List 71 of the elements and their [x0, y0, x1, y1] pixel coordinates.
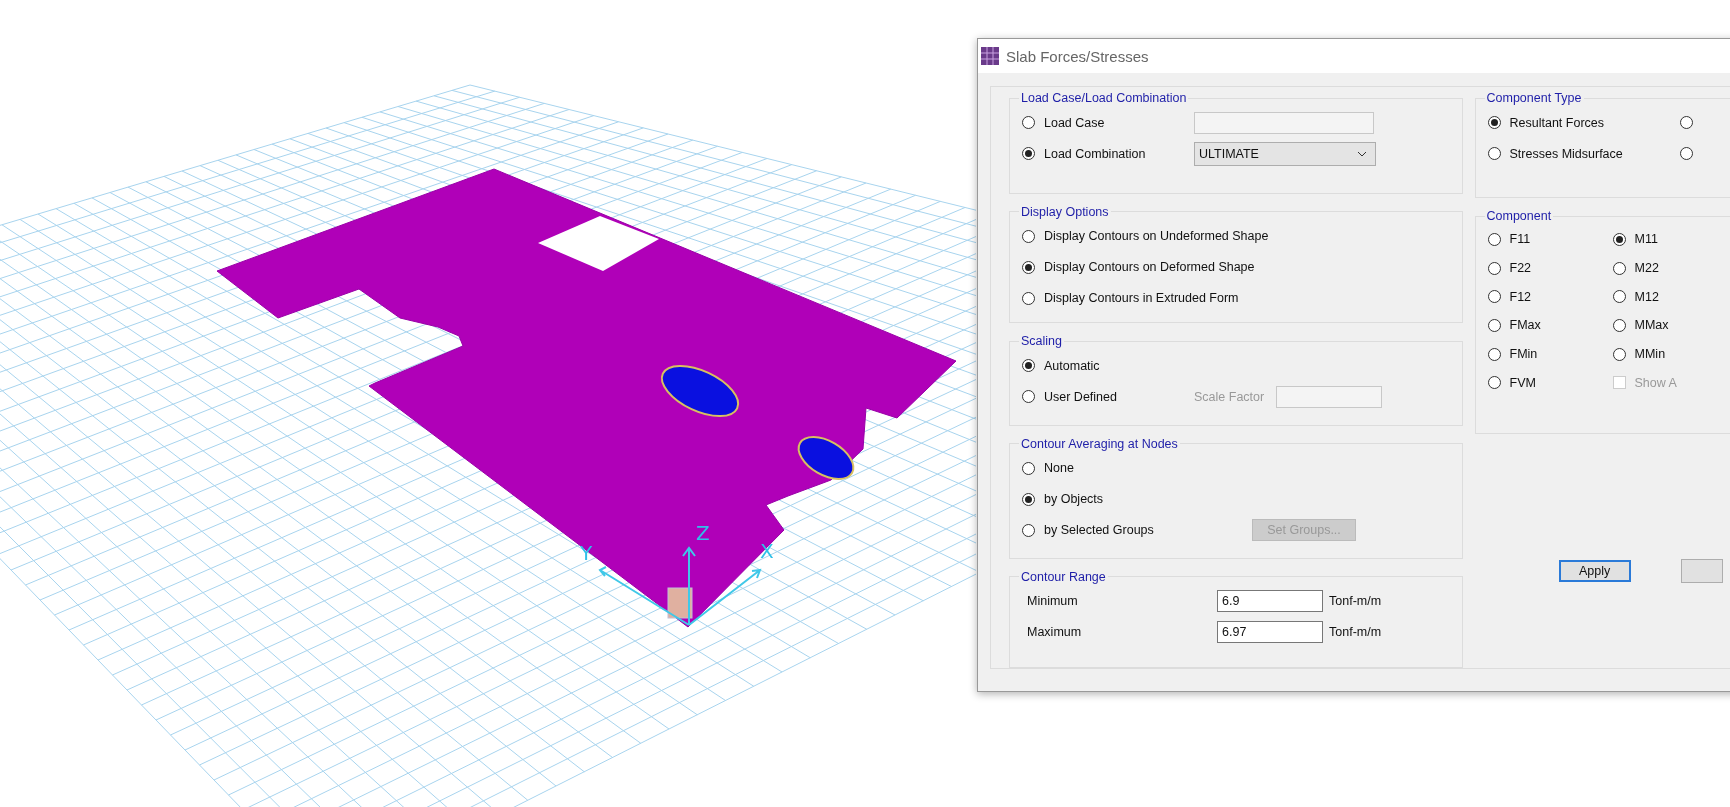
option-label[interactable]: Display Contours on Deformed Shape — [1044, 260, 1255, 275]
axis-label: Y — [580, 541, 593, 565]
radio-button[interactable] — [1679, 116, 1693, 129]
option-label[interactable]: Display Contours in Extruded Form — [1044, 291, 1239, 306]
radio-button[interactable] — [1487, 147, 1501, 160]
group-title: Scaling — [1020, 334, 1063, 349]
radio-button[interactable] — [1022, 492, 1035, 506]
field-label: Scale Factor — [1194, 389, 1266, 404]
load-combination-dropdown[interactable]: ULTIMATE — [1194, 141, 1376, 166]
radio-button[interactable] — [1487, 232, 1501, 246]
radio-button[interactable] — [1022, 147, 1035, 160]
group-title: Contour Averaging at Nodes — [1020, 436, 1179, 451]
axis-label: X — [760, 539, 774, 563]
caret-icon — [1357, 150, 1367, 157]
radio-button[interactable] — [1487, 347, 1501, 361]
app-icon — [981, 47, 999, 65]
radio-button[interactable] — [1022, 260, 1035, 274]
option-label[interactable]: FMin — [1509, 347, 1538, 362]
unit-label: Tonf-m/m — [1329, 594, 1382, 609]
radio-button[interactable] — [1022, 291, 1035, 305]
radio-button[interactable] — [1612, 347, 1626, 361]
radio-button[interactable] — [1022, 390, 1035, 404]
input-field[interactable]: 6.97 — [1217, 621, 1323, 644]
axes-icon — [598, 546, 762, 626]
option-label[interactable]: F22 — [1509, 261, 1532, 276]
group-title: Contour Range — [1020, 569, 1107, 584]
radio-button[interactable] — [1022, 523, 1035, 537]
window-title: Slab Forces/Stresses — [1006, 47, 1149, 65]
input-field[interactable]: 6.9 — [1217, 590, 1323, 613]
radio-button[interactable] — [1612, 261, 1626, 275]
radio-button[interactable] — [1487, 376, 1501, 390]
option-label[interactable]: MMin — [1634, 347, 1666, 362]
option-label[interactable]: FVM — [1509, 375, 1536, 390]
option-label[interactable]: Stresses Midsurface — [1509, 146, 1623, 161]
radio-button[interactable] — [1487, 116, 1501, 129]
group-title: Component Type — [1485, 91, 1583, 105]
radio-button[interactable] — [1022, 359, 1035, 373]
option-label[interactable]: M22 — [1634, 261, 1659, 276]
group-title: Load Case/Load Combination — [1020, 91, 1188, 105]
option-label[interactable]: F11 — [1509, 232, 1531, 247]
option-label[interactable]: by Objects — [1044, 492, 1249, 507]
radio-button[interactable] — [1487, 318, 1501, 332]
radio-button[interactable] — [1612, 290, 1626, 304]
radio-button[interactable] — [1022, 116, 1035, 129]
option-label[interactable]: MMax — [1634, 318, 1669, 333]
option-label[interactable]: None — [1044, 461, 1249, 476]
option-label[interactable]: Load Combination — [1044, 146, 1194, 161]
field-label: Maximum — [1026, 625, 1083, 640]
radio-button[interactable] — [1022, 229, 1035, 243]
option-label[interactable]: Automatic — [1044, 358, 1194, 373]
radio-button[interactable] — [1022, 461, 1035, 475]
option-label[interactable]: M11 — [1634, 232, 1658, 247]
option-label[interactable]: Load Case — [1044, 115, 1194, 130]
option-label[interactable]: Display Contours on Undeformed Shape — [1044, 229, 1269, 244]
option-label[interactable]: Resultant Forces — [1509, 115, 1604, 130]
group-title: Display Options — [1020, 204, 1110, 219]
radio-button[interactable] — [1487, 261, 1501, 275]
field-label: Minimum — [1026, 594, 1079, 609]
axis-label: Z — [696, 521, 710, 545]
unit-label: Tonf-m/m — [1329, 625, 1382, 640]
radio-button[interactable] — [1679, 147, 1693, 160]
option-label[interactable]: F12 — [1509, 289, 1532, 304]
option-label[interactable]: FMax — [1509, 318, 1541, 333]
option-label[interactable]: User Defined — [1044, 389, 1194, 404]
group-title: Component — [1485, 209, 1553, 223]
option-label[interactable]: by Selected Groups — [1044, 523, 1249, 538]
radio-button[interactable] — [1612, 318, 1626, 332]
apply-button[interactable]: Apply — [1558, 560, 1631, 582]
radio-button[interactable] — [1612, 232, 1626, 246]
radio-button[interactable] — [1487, 290, 1501, 304]
option-label[interactable]: M12 — [1634, 289, 1659, 304]
